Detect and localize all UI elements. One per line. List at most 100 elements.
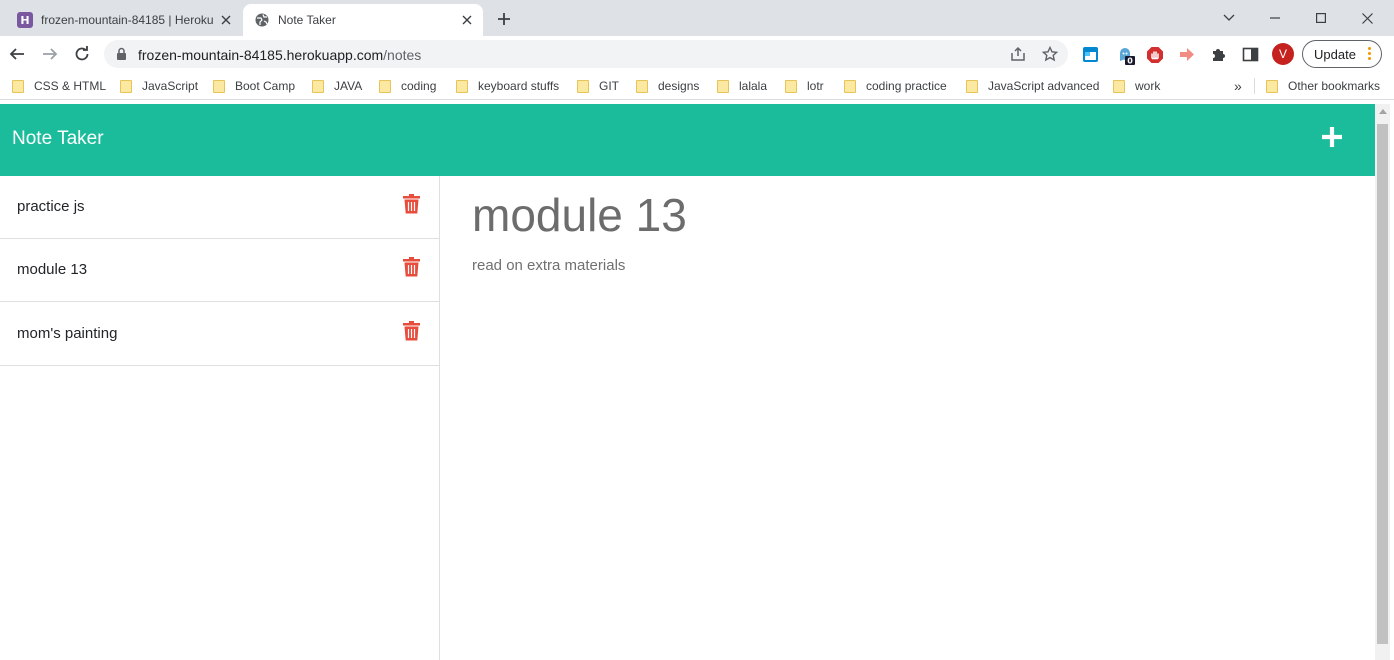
- note-list: practice js module 13 mom's painting: [0, 176, 440, 660]
- folder-icon: [456, 79, 468, 93]
- trash-icon[interactable]: [403, 194, 420, 214]
- bookmark-label: JAVA: [334, 79, 363, 93]
- bookmark-folder[interactable]: GIT: [577, 78, 619, 94]
- bookmark-folder[interactable]: JavaScript: [120, 78, 198, 94]
- browser-tab-strip: H frozen-mountain-84185 | Heroku Note Ta…: [0, 0, 1394, 36]
- tab-title: frozen-mountain-84185 | Heroku: [41, 13, 214, 27]
- note-title: module 13: [17, 261, 88, 278]
- bookmark-label: coding practice: [866, 79, 947, 93]
- bookmark-label: Other bookmarks: [1288, 79, 1381, 93]
- bookmark-label: lalala: [739, 79, 768, 93]
- page-scrollbar[interactable]: [1375, 104, 1390, 660]
- bookmark-folder[interactable]: coding: [379, 78, 436, 94]
- close-icon[interactable]: [218, 12, 234, 28]
- tab-note-taker[interactable]: Note Taker: [243, 4, 483, 36]
- new-note-icon[interactable]: [1320, 125, 1344, 149]
- share-icon[interactable]: [1010, 46, 1026, 62]
- url-host: frozen-mountain-84185.herokuapp.com: [138, 47, 384, 63]
- bookmark-label: designs: [658, 79, 700, 93]
- bookmark-label: work: [1135, 79, 1161, 93]
- bookmark-star-icon[interactable]: [1041, 45, 1059, 62]
- folder-icon: [1113, 79, 1125, 93]
- window-close-icon[interactable]: [1344, 0, 1390, 36]
- other-bookmarks-folder[interactable]: Other bookmarks: [1266, 78, 1380, 94]
- minimize-icon[interactable]: [1252, 0, 1298, 36]
- bookmark-folder[interactable]: lotr: [785, 78, 824, 94]
- reload-icon[interactable]: [72, 44, 92, 64]
- list-item[interactable]: mom's painting: [0, 303, 439, 366]
- folder-icon: [785, 79, 797, 93]
- url-text: frozen-mountain-84185.herokuapp.com/note…: [138, 47, 421, 63]
- list-item[interactable]: module 13: [0, 239, 439, 302]
- heroku-icon: H: [17, 12, 33, 28]
- bookmark-folder[interactable]: work: [1113, 78, 1160, 94]
- folder-icon: [577, 79, 589, 93]
- address-bar[interactable]: frozen-mountain-84185.herokuapp.com/note…: [104, 40, 1068, 68]
- close-icon[interactable]: [459, 12, 475, 28]
- extensions-puzzle-icon[interactable]: [1210, 46, 1227, 63]
- side-panel-icon[interactable]: [1242, 46, 1259, 63]
- bookmark-label: JavaScript: [142, 79, 199, 93]
- bookmark-folder[interactable]: CSS & HTML: [12, 78, 106, 94]
- browser-toolbar: frozen-mountain-84185.herokuapp.com/note…: [0, 36, 1394, 72]
- bookmark-folder[interactable]: coding practice: [844, 78, 947, 94]
- bookmark-label: GIT: [599, 79, 619, 93]
- profile-avatar[interactable]: V: [1272, 43, 1294, 65]
- extension-badge-count: 0: [1127, 57, 1133, 66]
- back-icon[interactable]: [7, 44, 27, 64]
- folder-icon: [966, 79, 978, 93]
- folder-icon: [717, 79, 729, 93]
- bookmark-folder[interactable]: lalala: [717, 78, 767, 94]
- note-title-input[interactable]: module 13: [472, 188, 687, 242]
- app-title[interactable]: Note Taker: [12, 128, 104, 150]
- bookmark-label: Boot Camp: [235, 79, 296, 93]
- menu-dots-icon: [1368, 47, 1372, 62]
- extension-arrow-icon[interactable]: [1178, 46, 1195, 63]
- note-editor: module 13 read on extra materials: [441, 176, 1375, 660]
- bookmarks-divider: [1254, 78, 1255, 94]
- app-navbar: Note Taker: [0, 104, 1375, 176]
- folder-icon: [312, 79, 324, 93]
- list-item[interactable]: practice js: [0, 176, 439, 239]
- extension-window-icon[interactable]: [1082, 46, 1099, 63]
- tab-title: Note Taker: [278, 13, 336, 27]
- note-title: practice js: [17, 198, 85, 215]
- extension-ghost-icon[interactable]: 0: [1117, 46, 1135, 66]
- new-tab-icon[interactable]: [495, 10, 513, 28]
- folder-icon: [844, 79, 856, 93]
- folder-icon: [1266, 79, 1278, 93]
- tab-heroku[interactable]: H frozen-mountain-84185 | Heroku: [6, 4, 242, 36]
- forward-icon[interactable]: [40, 44, 60, 64]
- folder-icon: [120, 79, 132, 93]
- folder-icon: [379, 79, 391, 93]
- folder-icon: [12, 79, 24, 93]
- note-text-area[interactable]: read on extra materials: [472, 257, 625, 274]
- update-button[interactable]: Update: [1302, 40, 1382, 68]
- bookmark-label: keyboard stuffs: [478, 79, 560, 93]
- bookmark-folder[interactable]: JAVA: [312, 78, 362, 94]
- bookmark-folder[interactable]: designs: [636, 78, 699, 94]
- folder-icon: [636, 79, 648, 93]
- adblock-icon[interactable]: [1146, 46, 1163, 63]
- bookmark-label: coding: [401, 79, 437, 93]
- maximize-icon[interactable]: [1298, 0, 1344, 36]
- update-label: Update: [1314, 46, 1356, 62]
- scrollbar-thumb[interactable]: [1377, 124, 1388, 644]
- bookmark-folder[interactable]: keyboard stuffs: [456, 78, 559, 94]
- trash-icon[interactable]: [403, 321, 420, 341]
- bookmark-folder[interactable]: Boot Camp: [213, 78, 295, 94]
- tab-search-icon[interactable]: [1206, 0, 1252, 36]
- folder-icon: [213, 79, 225, 93]
- note-title: mom's painting: [17, 325, 118, 342]
- bookmark-label: CSS & HTML: [34, 79, 107, 93]
- scroll-up-icon[interactable]: [1379, 109, 1387, 114]
- bookmark-folder[interactable]: JavaScript advanced: [966, 78, 1099, 94]
- url-path: /notes: [383, 47, 422, 63]
- trash-icon[interactable]: [403, 257, 420, 277]
- bookmark-label: JavaScript advanced: [988, 79, 1100, 93]
- bookmarks-bar: CSS & HTML JavaScript Boot Camp JAVA cod…: [0, 72, 1394, 100]
- bookmark-label: lotr: [807, 79, 824, 93]
- bookmarks-overflow-button[interactable]: »: [1234, 78, 1242, 94]
- lock-icon[interactable]: [116, 47, 127, 66]
- globe-icon: [254, 12, 270, 28]
